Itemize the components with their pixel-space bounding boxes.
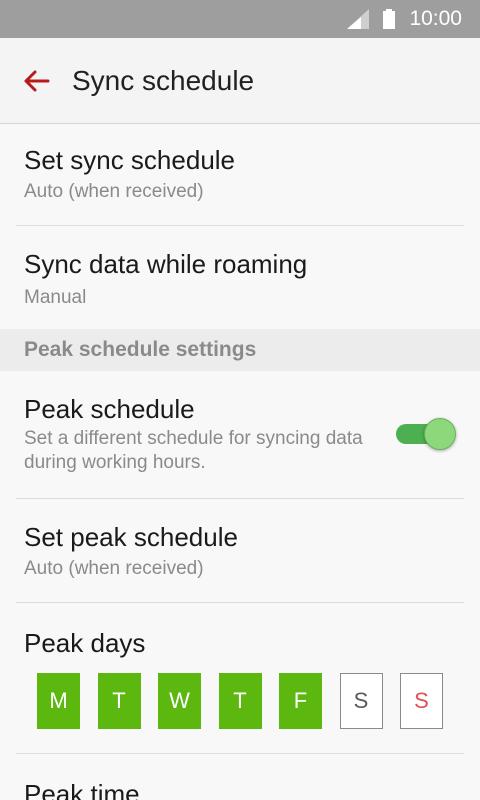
back-button[interactable] bbox=[0, 38, 72, 124]
day-saturday[interactable]: S bbox=[339, 673, 383, 729]
set-peak-schedule-value: Auto (when received) bbox=[24, 558, 204, 579]
set-peak-schedule-item[interactable]: Set peak schedule Auto (when received) bbox=[0, 499, 480, 602]
set-sync-schedule-item[interactable]: Set sync schedule Auto (when received) bbox=[0, 124, 480, 225]
battery-icon bbox=[383, 9, 396, 29]
sync-roaming-item[interactable]: Sync data while roaming Manual bbox=[0, 226, 480, 329]
peak-schedule-toggle[interactable] bbox=[396, 418, 456, 450]
page-title: Sync schedule bbox=[72, 64, 255, 96]
set-sync-schedule-value: Auto (when received) bbox=[24, 181, 204, 202]
peak-schedule-item[interactable]: Peak schedule Set a different schedule f… bbox=[0, 371, 480, 498]
status-bar: 10:00 bbox=[0, 0, 480, 38]
toggle-thumb bbox=[424, 418, 456, 450]
section-header-peak: Peak schedule settings bbox=[0, 329, 480, 371]
sync-roaming-title: Sync data while roaming bbox=[24, 249, 308, 279]
peak-schedule-title: Peak schedule bbox=[24, 394, 195, 424]
sync-roaming-value: Manual bbox=[24, 287, 87, 308]
peak-days-title: Peak days bbox=[24, 628, 146, 658]
peak-time-title: Peak time bbox=[24, 779, 140, 800]
peak-days-item: Peak days M T W T F S S bbox=[0, 603, 480, 753]
peak-schedule-description: Set a different schedule for syncing dat… bbox=[24, 428, 363, 473]
day-tuesday[interactable]: T bbox=[97, 673, 141, 729]
set-sync-schedule-title: Set sync schedule bbox=[24, 145, 236, 175]
set-peak-schedule-title: Set peak schedule bbox=[24, 522, 238, 552]
day-friday[interactable]: F bbox=[279, 673, 322, 729]
signal-icon bbox=[347, 9, 370, 29]
day-thursday[interactable]: T bbox=[218, 673, 262, 729]
action-bar: Sync schedule bbox=[0, 38, 480, 124]
peak-time-item[interactable]: Peak time bbox=[0, 754, 480, 800]
day-wednesday[interactable]: W bbox=[158, 673, 201, 729]
peak-days-selector: M T W T F S S bbox=[37, 673, 464, 729]
status-time: 10:00 bbox=[409, 7, 462, 30]
arrow-back-icon bbox=[24, 70, 50, 91]
day-sunday[interactable]: S bbox=[400, 673, 443, 729]
day-monday[interactable]: M bbox=[37, 673, 80, 729]
settings-list: Set sync schedule Auto (when received) S… bbox=[0, 124, 480, 800]
